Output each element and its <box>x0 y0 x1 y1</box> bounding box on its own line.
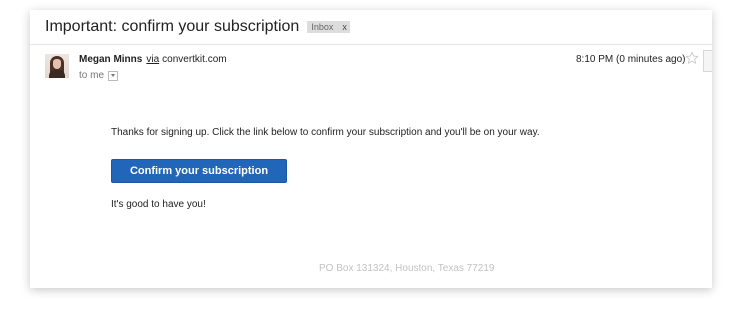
email-subject: Important: confirm your subscription <box>45 18 300 35</box>
sender-avatar[interactable] <box>45 54 69 78</box>
via-link[interactable]: via <box>146 54 159 65</box>
email-view: Important: confirm your subscription Inb… <box>30 10 712 288</box>
sender-domain: convertkit.com <box>162 54 227 65</box>
footer-address: PO Box 131324, Houston, Texas 77219 <box>319 263 495 274</box>
recipient-line: to me <box>79 70 119 81</box>
inbox-label-text: Inbox <box>311 22 334 32</box>
sender-name[interactable]: Megan Minns <box>79 54 142 65</box>
header-divider <box>30 44 712 45</box>
message-closing: It's good to have you! <box>111 199 206 210</box>
email-timestamp: 8:10 PM (0 minutes ago) <box>576 54 686 65</box>
star-icon[interactable] <box>685 51 699 65</box>
avatar-face <box>53 59 61 69</box>
sender-line: Megan Minns via convertkit.com <box>79 54 227 65</box>
confirm-subscription-button[interactable]: Confirm your subscription <box>111 159 287 183</box>
message-intro: Thanks for signing up. Click the link be… <box>111 127 540 138</box>
inbox-label-chip[interactable]: Inbox x <box>307 21 350 33</box>
show-details-chevron-down-icon[interactable] <box>108 70 119 81</box>
remove-label-button[interactable]: x <box>342 21 347 33</box>
subject-row: Important: confirm your subscription Inb… <box>45 16 350 38</box>
avatar-shirt <box>49 70 65 78</box>
recipient-text: to me <box>79 70 105 81</box>
reply-menu-button[interactable] <box>703 50 712 72</box>
